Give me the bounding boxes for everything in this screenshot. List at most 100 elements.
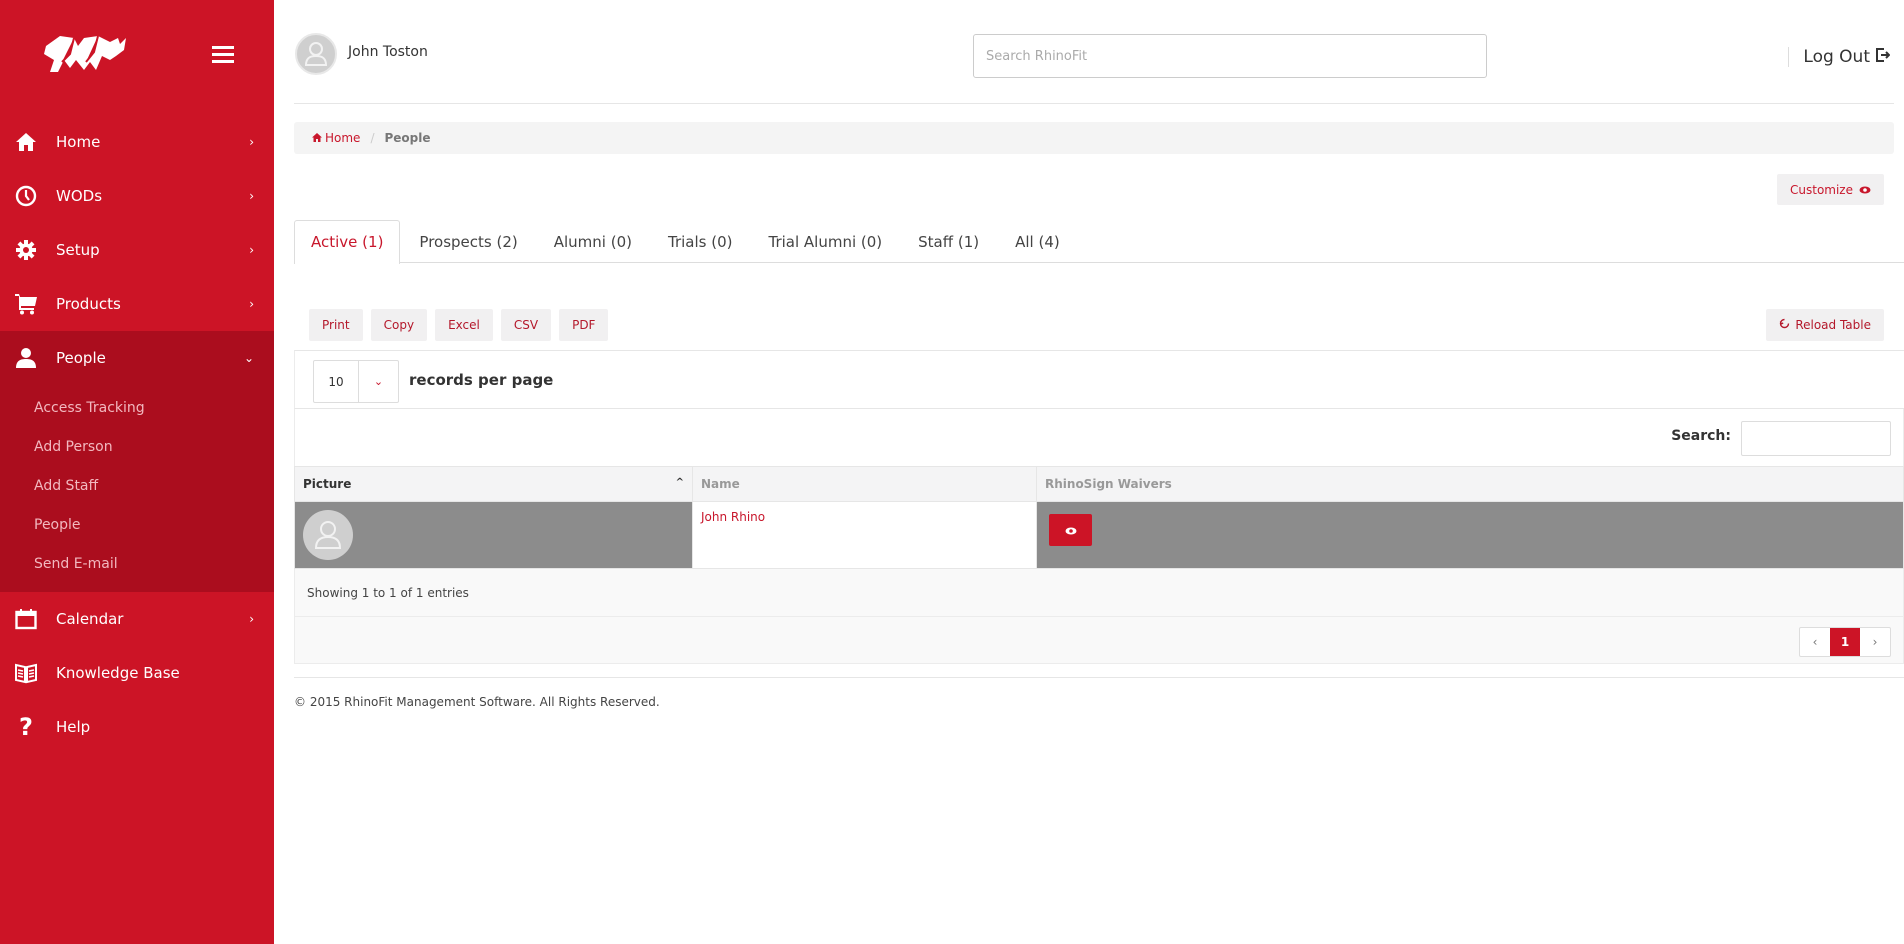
sidebar-item-knowledge-base[interactable]: Knowledge Base — [0, 646, 274, 700]
breadcrumb-separator: / — [370, 131, 375, 145]
waivers-cell — [1036, 501, 1904, 569]
sidebar-item-label: Help — [56, 718, 91, 736]
reload-label: Reload Table — [1795, 318, 1871, 332]
eye-icon — [1065, 523, 1077, 538]
customize-label: Customize — [1790, 182, 1853, 197]
sidebar-item-label: WODs — [56, 187, 103, 205]
csv-button[interactable]: CSV — [500, 309, 552, 341]
book-icon — [14, 661, 38, 685]
breadcrumb-home-link[interactable]: Home — [312, 131, 360, 145]
sidebar-item-calendar[interactable]: Calendar › — [0, 592, 274, 646]
sidebar-item-label: Products — [56, 295, 121, 313]
tab-staff[interactable]: Staff (1) — [901, 220, 996, 263]
tab-alumni[interactable]: Alumni (0) — [537, 220, 649, 263]
chevron-right-icon: › — [249, 135, 254, 149]
sidebar-nav: Home › WODs › Setup › Products › People … — [0, 115, 274, 754]
user-icon — [14, 346, 38, 370]
question-icon: ? — [19, 713, 33, 741]
sidebar-item-label: Calendar — [56, 610, 124, 628]
table-row: John Rhino — [294, 501, 1904, 569]
records-per-page-panel: 10 ⌄ records per page — [294, 350, 1904, 409]
cart-icon — [14, 292, 38, 316]
people-table: Picture ^ Name RhinoSign Waivers John Rh… — [294, 466, 1904, 569]
person-name-link[interactable]: John Rhino — [701, 510, 765, 524]
pdf-button[interactable]: PDF — [559, 309, 609, 341]
home-icon — [312, 131, 322, 145]
prev-page-button[interactable]: ‹ — [1800, 628, 1830, 656]
column-header-name[interactable]: Name — [692, 466, 1037, 502]
breadcrumb-current: People — [384, 131, 431, 145]
table-search-input[interactable] — [1741, 421, 1891, 456]
column-header-waivers[interactable]: RhinoSign Waivers — [1036, 466, 1904, 502]
table-info: Showing 1 to 1 of 1 entries — [294, 569, 1904, 617]
user-name[interactable]: John Toston — [348, 44, 428, 60]
copyright-text: © 2015 RhinoFit Management Software. All… — [294, 695, 660, 709]
table-header-row: Picture ^ Name RhinoSign Waivers — [294, 466, 1904, 502]
sidebar-item-people[interactable]: People ⌄ — [0, 331, 274, 385]
sidebar-subitem-access-tracking[interactable]: Access Tracking — [0, 389, 274, 428]
column-header-picture[interactable]: Picture ^ — [294, 466, 693, 502]
chevron-right-icon: › — [249, 243, 254, 257]
tab-all[interactable]: All (4) — [998, 220, 1077, 263]
sidebar-item-wods[interactable]: WODs › — [0, 169, 274, 223]
column-label: Picture — [303, 477, 352, 491]
people-table-container: Search: Picture ^ Name RhinoSign Waivers — [294, 409, 1904, 664]
top-bar: John Toston Log Out — [294, 0, 1894, 104]
sidebar-subitem-send-email[interactable]: Send E-mail — [0, 545, 274, 584]
home-icon — [14, 130, 38, 154]
records-per-page-label: records per page — [409, 371, 554, 389]
gear-icon — [14, 238, 38, 262]
people-tabs: Active (1) Prospects (2) Alumni (0) Tria… — [294, 220, 1904, 264]
page-button-1[interactable]: 1 — [1830, 628, 1860, 656]
picture-cell — [294, 501, 693, 569]
sidebar-item-products[interactable]: Products › — [0, 277, 274, 331]
sidebar-subitem-add-staff[interactable]: Add Staff — [0, 467, 274, 506]
print-button[interactable]: Print — [309, 309, 363, 341]
hamburger-icon[interactable] — [212, 46, 234, 63]
customize-button[interactable]: Customize — [1777, 174, 1884, 205]
next-page-button[interactable]: › — [1860, 628, 1890, 656]
sidebar-item-label: Setup — [56, 241, 100, 259]
user-avatar[interactable] — [295, 33, 337, 75]
rhino-logo-icon[interactable] — [40, 32, 136, 80]
clock-icon — [14, 184, 38, 208]
excel-button[interactable]: Excel — [435, 309, 493, 341]
tab-trials[interactable]: Trials (0) — [651, 220, 749, 263]
name-cell: John Rhino — [692, 501, 1037, 569]
chevron-right-icon: › — [249, 612, 254, 626]
table-search-row: Search: — [294, 409, 1904, 466]
chevron-down-icon: ⌄ — [243, 351, 254, 365]
logout-label: Log Out — [1803, 47, 1870, 67]
logout-button[interactable]: Log Out — [1788, 47, 1891, 67]
sidebar-subitem-add-person[interactable]: Add Person — [0, 428, 274, 467]
global-search-input[interactable] — [973, 34, 1487, 78]
person-avatar[interactable] — [303, 510, 353, 560]
table-search-label: Search: — [1671, 428, 1731, 444]
sidebar-item-help[interactable]: ? Help — [0, 700, 274, 754]
sidebar-item-label: Home — [56, 133, 101, 151]
tab-active[interactable]: Active (1) — [294, 220, 401, 264]
sidebar-item-label: People — [56, 349, 106, 367]
copy-button[interactable]: Copy — [370, 309, 428, 341]
tab-trial-alumni[interactable]: Trial Alumni (0) — [751, 220, 899, 263]
records-per-page-select[interactable]: 10 ⌄ — [313, 360, 399, 403]
sidebar-item-home[interactable]: Home › — [0, 115, 274, 169]
chevron-right-icon: › — [249, 189, 254, 203]
chevron-down-icon[interactable]: ⌄ — [359, 361, 398, 402]
breadcrumb: Home / People — [294, 122, 1894, 154]
breadcrumb-home-label: Home — [325, 131, 361, 145]
chevron-right-icon: › — [249, 297, 254, 311]
footer-divider — [294, 677, 1904, 678]
sidebar-item-label: Knowledge Base — [56, 664, 180, 682]
calendar-icon — [14, 607, 38, 631]
sidebar-item-setup[interactable]: Setup › — [0, 223, 274, 277]
refresh-icon — [1779, 318, 1790, 332]
export-buttons: Print Copy Excel CSV PDF — [309, 309, 609, 341]
reload-table-button[interactable]: Reload Table — [1766, 309, 1884, 341]
sort-ascending-icon: ^ — [675, 477, 684, 488]
main-content: John Toston Log Out Home / People Custom… — [274, 0, 1904, 944]
tab-prospects[interactable]: Prospects (2) — [402, 220, 534, 263]
view-waiver-button[interactable] — [1049, 514, 1092, 546]
pagination-row: ‹ 1 › — [294, 617, 1904, 664]
sidebar-subitem-people[interactable]: People — [0, 506, 274, 545]
